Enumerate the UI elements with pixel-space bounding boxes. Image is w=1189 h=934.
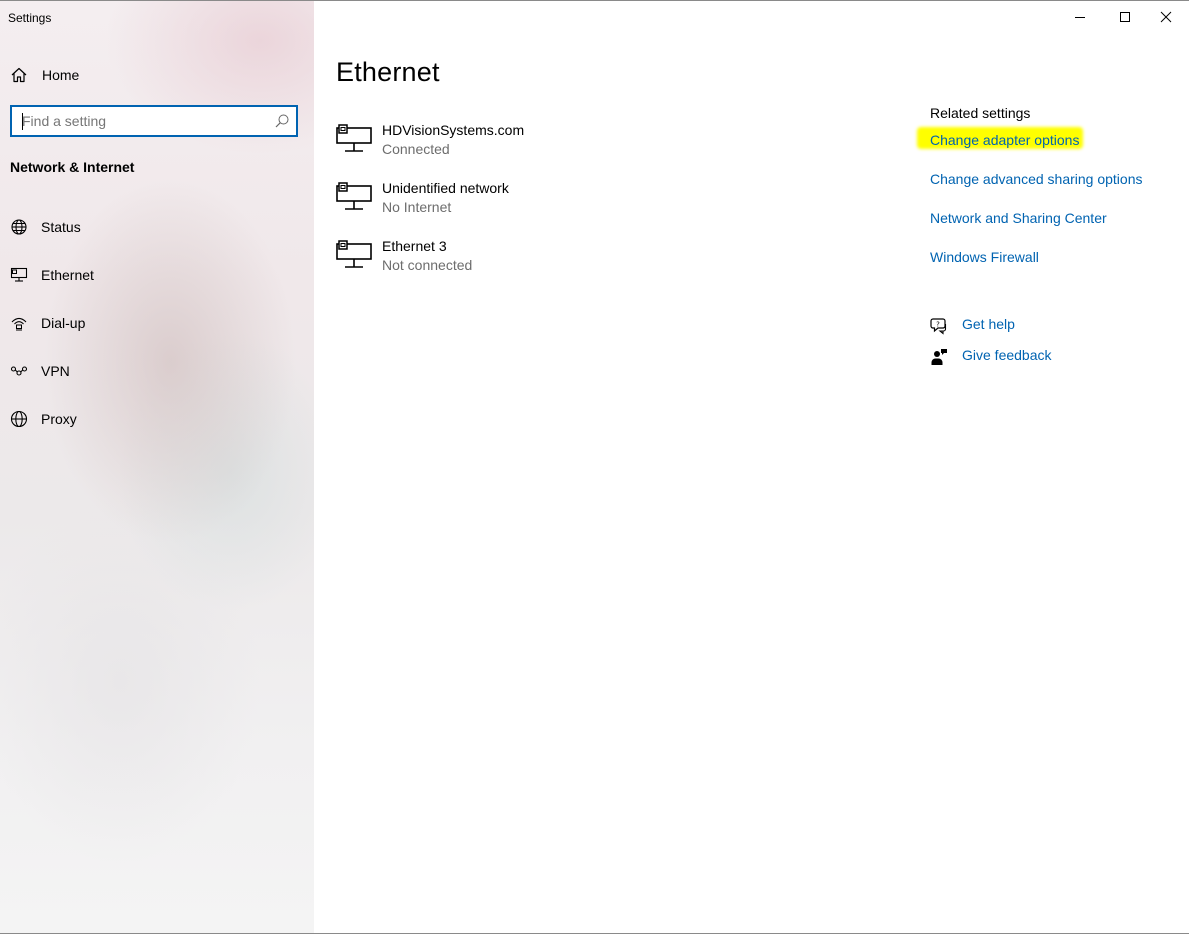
network-status: No Internet [382, 199, 452, 215]
chat-help-icon: ? [930, 318, 947, 335]
sidebar-item-label: Dial-up [41, 315, 86, 331]
sidebar-item-label: Status [41, 219, 81, 235]
change-adapter-options-link[interactable]: Change adapter options [930, 132, 1079, 148]
proxy-globe-icon [10, 410, 28, 428]
change-advanced-sharing-options-link[interactable]: Change advanced sharing options [930, 171, 1143, 187]
maximize-icon [1120, 12, 1130, 22]
search-input[interactable] [12, 107, 272, 135]
sidebar-item-label: Proxy [41, 411, 77, 427]
network-item-unidentified[interactable]: Unidentified network No Internet [336, 180, 756, 224]
network-adapter-icon [336, 182, 372, 210]
network-status: Not connected [382, 257, 473, 273]
sidebar: Settings Home Network & Internet [0, 1, 314, 933]
sidebar-item-dialup[interactable]: Dial-up [0, 303, 314, 343]
close-button[interactable] [1143, 1, 1189, 33]
network-name: HDVisionSystems.com [382, 122, 525, 138]
get-help-label: Get help [962, 316, 1015, 332]
globe-icon [10, 218, 28, 236]
network-item-ethernet-3[interactable]: Ethernet 3 Not connected [336, 238, 756, 282]
text-caret [22, 113, 23, 130]
search-icon[interactable] [274, 113, 290, 129]
sidebar-item-ethernet[interactable]: Ethernet [0, 255, 314, 295]
network-and-sharing-center-link[interactable]: Network and Sharing Center [930, 210, 1107, 226]
ethernet-icon [10, 266, 28, 284]
network-item-hdvisionsystems[interactable]: HDVisionSystems.com Connected [336, 122, 756, 166]
network-name: Ethernet 3 [382, 238, 447, 254]
minimize-button[interactable] [1057, 1, 1103, 33]
give-feedback-label: Give feedback [962, 347, 1052, 363]
app-title: Settings [8, 11, 52, 25]
network-name: Unidentified network [382, 180, 509, 196]
home-icon [11, 67, 27, 83]
sidebar-item-label: VPN [41, 363, 70, 379]
windows-firewall-link[interactable]: Windows Firewall [930, 249, 1039, 265]
sidebar-item-proxy[interactable]: Proxy [0, 399, 314, 439]
dialup-icon [10, 314, 28, 332]
minimize-icon [1075, 17, 1085, 18]
network-adapter-icon [336, 124, 372, 152]
page-title: Ethernet [336, 57, 440, 87]
feedback-person-icon [931, 349, 947, 365]
network-status: Connected [382, 141, 450, 157]
svg-text:?: ? [936, 321, 940, 329]
sidebar-item-status[interactable]: Status [0, 207, 314, 247]
vpn-icon [10, 362, 28, 380]
search-box[interactable] [10, 105, 298, 137]
home-label: Home [42, 67, 80, 83]
related-settings-title: Related settings [930, 105, 1031, 121]
sidebar-item-vpn[interactable]: VPN [0, 351, 314, 391]
close-icon [1160, 11, 1172, 23]
settings-window: Settings Home Network & Internet [0, 0, 1189, 934]
maximize-button[interactable] [1102, 1, 1148, 33]
sidebar-item-label: Ethernet [41, 267, 94, 283]
home-button[interactable]: Home [10, 63, 79, 87]
section-title: Network & Internet [10, 159, 135, 175]
network-adapter-icon [336, 240, 372, 268]
